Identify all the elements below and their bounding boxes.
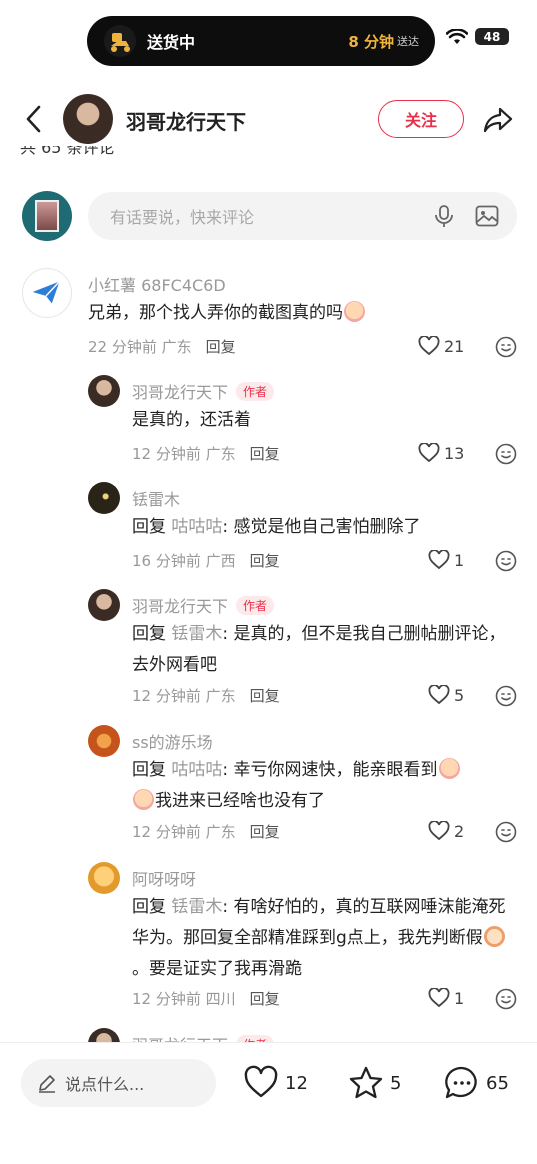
favorite-count: 5	[390, 1072, 402, 1094]
my-avatar[interactable]	[22, 191, 72, 241]
crying-emoji-icon	[344, 301, 365, 322]
commenter-avatar[interactable]	[22, 268, 72, 318]
reply-button[interactable]: 回复	[250, 990, 280, 1008]
delivery-live-activity[interactable]: 送货中 8 分钟 送达	[87, 16, 435, 66]
status-icons: 48	[446, 28, 509, 45]
comment-text: 回复 铥雷木: 是真的，但不是我自己删帖删评论，去外网看吧	[132, 624, 506, 675]
wifi-icon	[446, 28, 468, 44]
comment-input[interactable]: 有话要说，快来评论	[88, 192, 517, 240]
comment-meta: 16 分钟前 广西 回复	[132, 552, 280, 570]
reply-button[interactable]: 回复	[250, 552, 280, 570]
like-button[interactable]: 21	[418, 336, 464, 356]
heart-icon	[428, 988, 450, 1008]
commenter-avatar[interactable]	[88, 375, 120, 407]
post-favorite-button[interactable]: 5	[348, 1065, 401, 1101]
reply-target[interactable]: 咕咕咕	[171, 517, 222, 537]
commenter-name[interactable]: 阿呀呀呀	[132, 866, 196, 890]
reply-target[interactable]: 铥雷木	[171, 897, 222, 917]
comment-count: 65	[486, 1072, 509, 1094]
commenter-avatar[interactable]	[88, 725, 120, 757]
pig-emoji-icon	[483, 926, 505, 947]
heart-icon	[244, 1065, 278, 1098]
bottom-action-bar: 说点什么... 12 5 65	[0, 1042, 537, 1164]
reply-target[interactable]: 铥雷木	[171, 624, 222, 644]
heart-icon	[418, 336, 440, 356]
comment-meta: 22 分钟前 广东 回复	[88, 338, 236, 356]
commenter-name[interactable]: ss的游乐场	[132, 729, 213, 753]
reply-target[interactable]: 咕咕咕	[171, 760, 222, 780]
heart-icon	[428, 685, 450, 705]
paper-plane-icon	[32, 280, 61, 304]
image-icon[interactable]	[475, 205, 499, 227]
emoji-reaction-icon[interactable]	[495, 685, 517, 707]
heart-icon	[428, 821, 450, 841]
post-header: 羽哥龙行天下 关注	[0, 90, 537, 150]
comment-input-placeholder: 有话要说，快来评论	[110, 208, 255, 227]
reply-button[interactable]: 回复	[206, 338, 236, 356]
commenter-name[interactable]: 羽哥龙行天下作者	[132, 379, 275, 403]
emoji-reaction-icon[interactable]	[495, 821, 517, 843]
commenter-name[interactable]: 羽哥龙行天下作者	[132, 593, 275, 617]
reply-button[interactable]: 回复	[250, 823, 280, 841]
follow-button[interactable]: 关注	[378, 100, 464, 138]
comment-meta: 12 分钟前 广东 回复	[132, 687, 280, 705]
comment-text: 回复 咕咕咕: 幸亏你网速快，能亲眼看到 我进来已经啥也没有了	[132, 755, 516, 817]
star-icon	[349, 1066, 383, 1099]
like-button[interactable]: 5	[428, 685, 464, 705]
crying-emoji-icon	[133, 789, 154, 810]
comment-bubble-icon	[445, 1066, 477, 1099]
comment-text: 回复 铥雷木: 有啥好怕的，真的互联网唾沫能淹死华为。那回复全部精准踩到g点上，…	[132, 897, 506, 979]
comment-meta: 12 分钟前 广东 回复	[132, 823, 280, 841]
like-count: 12	[285, 1072, 308, 1094]
like-button[interactable]: 1	[428, 550, 464, 570]
comment-meta: 12 分钟前 四川 回复	[132, 990, 280, 1008]
author-name[interactable]: 羽哥龙行天下	[126, 106, 246, 135]
delivery-eta-suffix: 送达	[397, 35, 419, 48]
like-button[interactable]: 1	[428, 988, 464, 1008]
comment-count-heading: 共 65 条评论	[20, 146, 115, 157]
microphone-icon[interactable]	[433, 204, 455, 228]
comment-text: 回复 咕咕咕: 感觉是他自己害怕删除了	[132, 517, 421, 537]
comment-text: 兄弟，那个找人弄你的截图真的吗	[88, 298, 508, 329]
author-tag: 作者	[236, 596, 275, 615]
delivery-eta: 8 分钟	[348, 32, 394, 51]
commenter-avatar[interactable]	[88, 482, 120, 514]
commenter-avatar[interactable]	[88, 589, 120, 621]
author-avatar[interactable]	[63, 94, 113, 144]
post-like-button[interactable]: 12	[243, 1065, 308, 1101]
bottom-input-placeholder: 说点什么...	[65, 1075, 145, 1094]
commenter-avatar[interactable]	[88, 862, 120, 894]
back-arrow-icon[interactable]	[20, 104, 48, 134]
like-button[interactable]: 13	[418, 443, 464, 463]
comment-text: 是真的，还活着	[132, 410, 251, 430]
commenter-name[interactable]: 小红薯 68FC4C6D	[88, 272, 226, 296]
reply-button[interactable]: 回复	[250, 687, 280, 705]
emoji-reaction-icon[interactable]	[495, 336, 517, 358]
commenter-name[interactable]: 铥雷木	[132, 486, 180, 510]
battery-indicator: 48	[475, 28, 509, 45]
heart-icon	[418, 443, 440, 463]
post-comment-button[interactable]: 65	[444, 1065, 509, 1101]
emoji-reaction-icon[interactable]	[495, 443, 517, 465]
share-icon[interactable]	[482, 104, 514, 136]
like-button[interactable]: 2	[428, 821, 464, 841]
delivery-status: 送货中	[147, 33, 196, 52]
emoji-reaction-icon[interactable]	[495, 988, 517, 1010]
comment-meta: 12 分钟前 广东 回复	[132, 445, 280, 463]
heart-icon	[428, 550, 450, 570]
emoji-reaction-icon[interactable]	[495, 550, 517, 572]
crying-emoji-icon	[438, 758, 460, 779]
delivery-scooter-icon	[104, 25, 136, 57]
pencil-icon	[39, 1075, 55, 1093]
reply-button[interactable]: 回复	[250, 445, 280, 463]
bottom-comment-input[interactable]: 说点什么...	[21, 1059, 216, 1107]
author-tag: 作者	[236, 382, 275, 401]
